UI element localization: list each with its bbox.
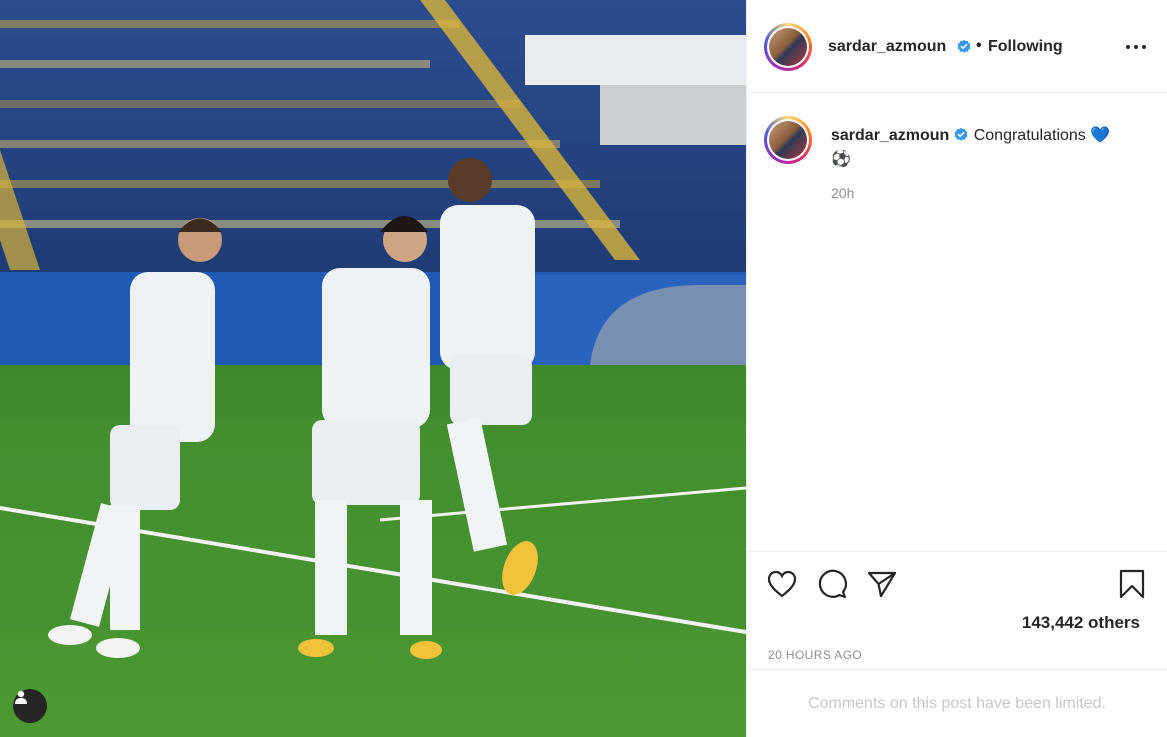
caption-username[interactable]: sardar_azmoun	[831, 127, 949, 144]
author-avatar[interactable]	[764, 23, 812, 71]
share-button[interactable]	[866, 568, 898, 600]
soccer-ball-emoji: ⚽	[831, 151, 851, 168]
comments-limited-notice: Comments on this post have been limited.	[747, 669, 1167, 737]
more-options-button[interactable]	[1125, 36, 1147, 58]
like-button[interactable]	[766, 568, 798, 600]
caption-author-avatar[interactable]	[764, 116, 812, 164]
post-sidebar: sardar_azmoun • Following sardar_azmoun …	[746, 0, 1167, 737]
heart-emoji: 💙	[1090, 127, 1111, 144]
comment-button[interactable]	[816, 568, 848, 600]
tagged-user-button[interactable]	[13, 689, 47, 723]
save-button[interactable]	[1116, 568, 1148, 600]
post-actions: 143,442 others 20 HOURS AGO	[747, 551, 1167, 669]
bookmark-icon	[1119, 569, 1145, 599]
post-image	[0, 0, 746, 737]
likes-count[interactable]: 143,442 others	[1022, 613, 1140, 633]
post-header: sardar_azmoun • Following	[747, 0, 1167, 93]
heart-icon	[767, 570, 797, 598]
author-username[interactable]: sardar_azmoun	[828, 38, 946, 56]
user-icon	[15, 690, 27, 704]
verified-badge-icon	[957, 39, 971, 53]
post-timestamp[interactable]: 20 HOURS AGO	[768, 648, 862, 662]
caption-message: Congratulations	[973, 127, 1086, 144]
caption-text: sardar_azmoun Congratulations 💙 ⚽	[831, 124, 1151, 172]
post-photo[interactable]	[0, 0, 746, 737]
comment-icon	[818, 569, 847, 599]
send-icon	[867, 571, 897, 598]
verified-badge-icon	[954, 127, 968, 141]
following-button[interactable]: Following	[988, 38, 1063, 56]
separator-dot: •	[976, 37, 982, 54]
caption-time[interactable]: 20h	[831, 185, 854, 201]
more-horizontal-icon	[1126, 45, 1146, 49]
